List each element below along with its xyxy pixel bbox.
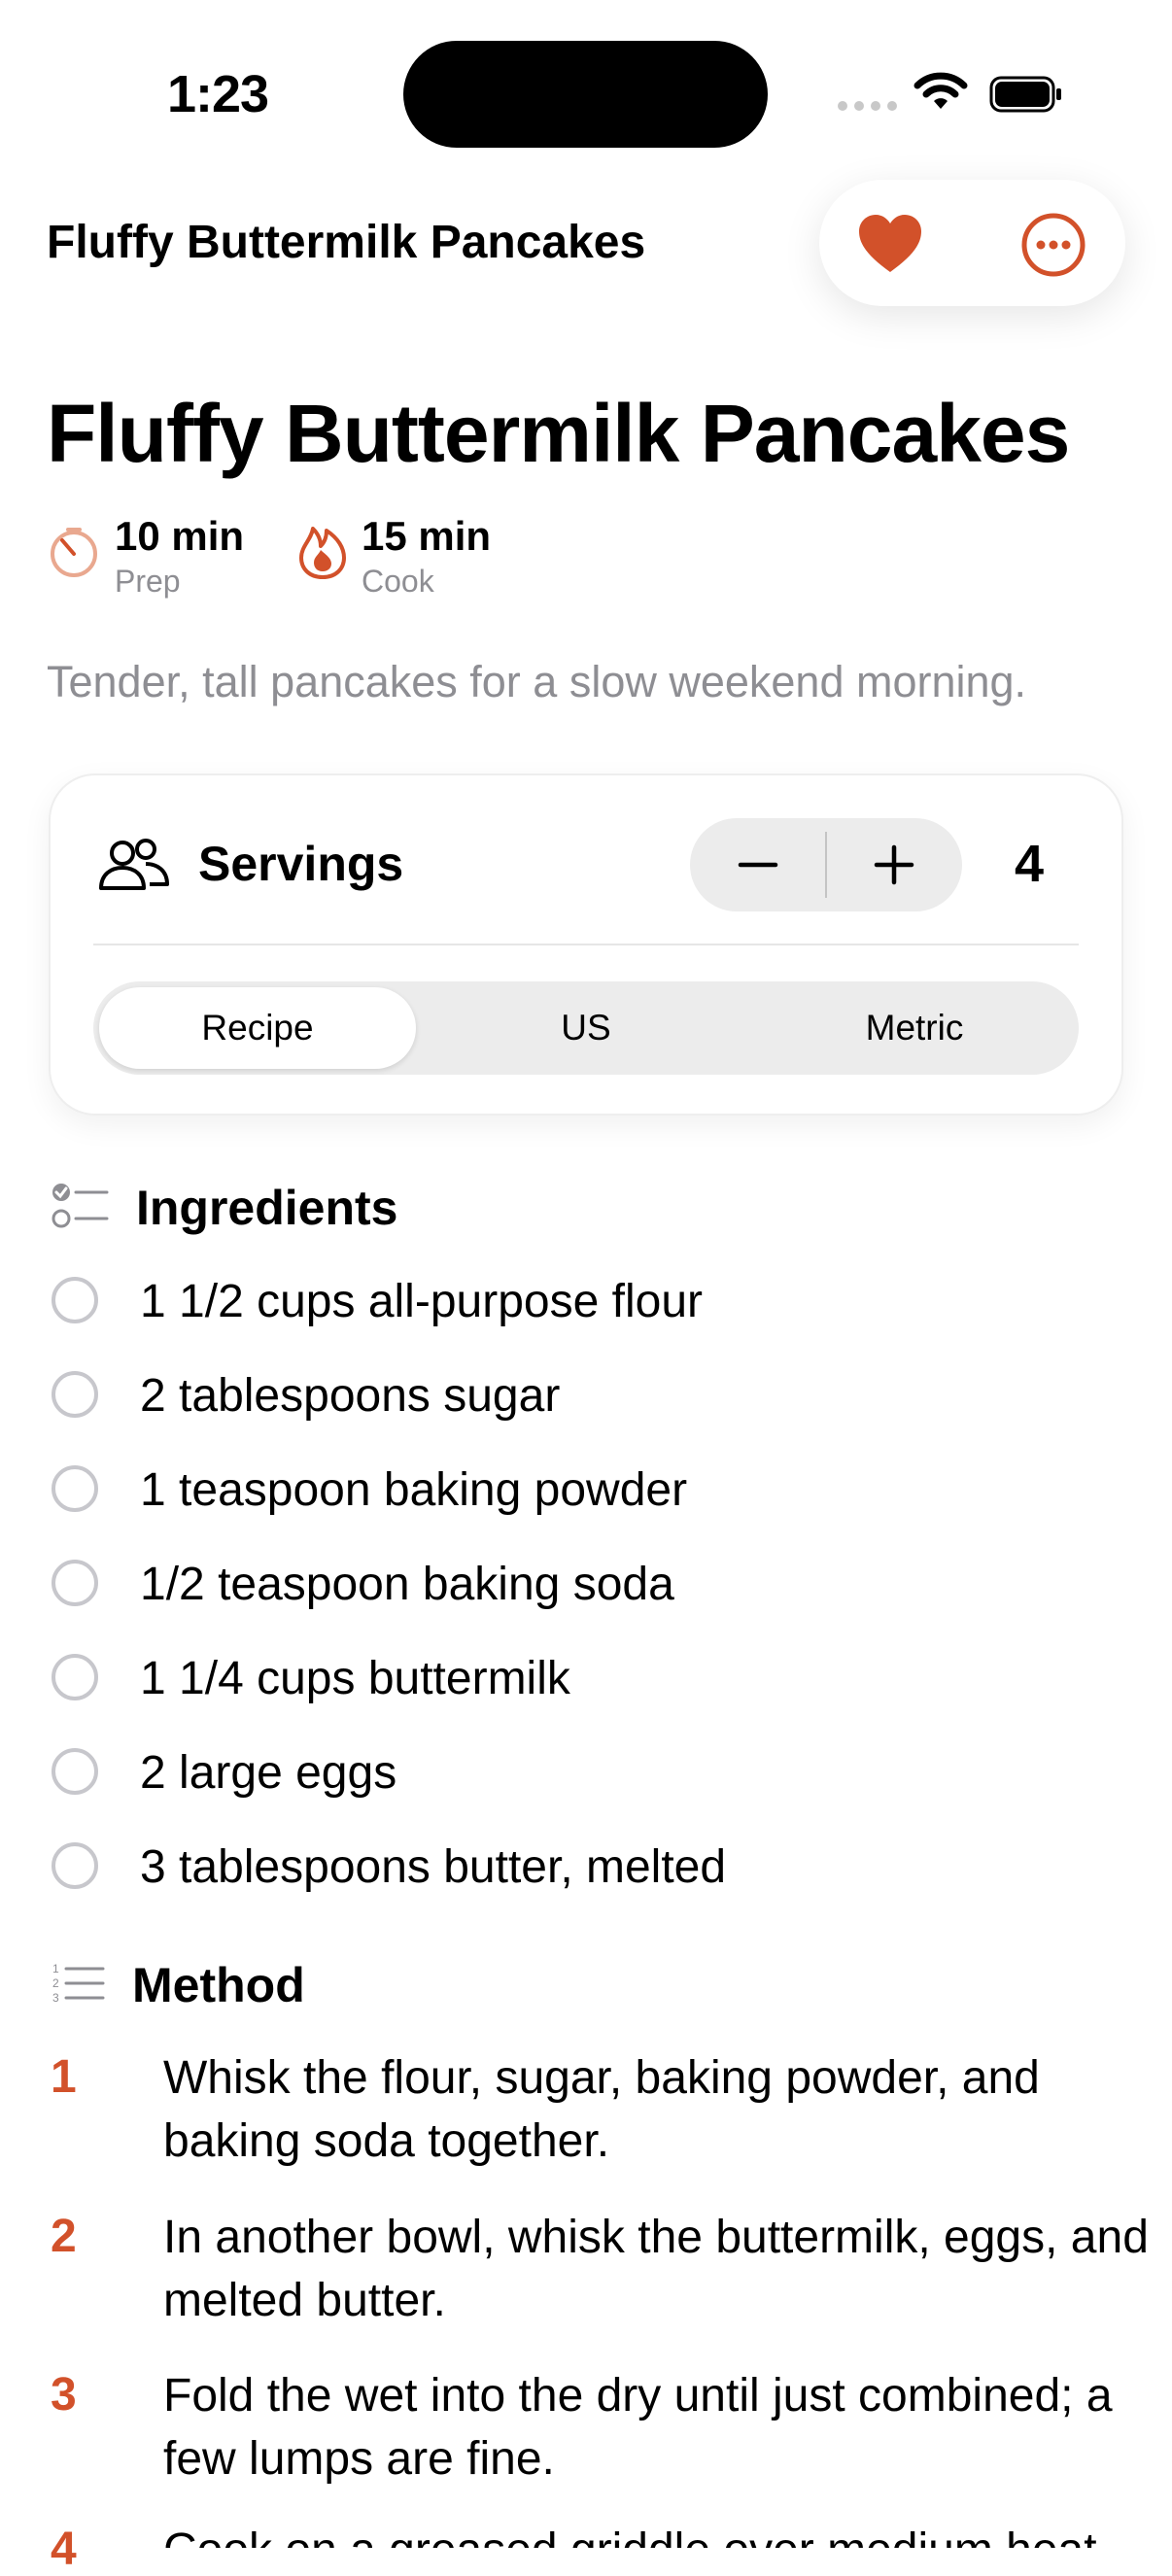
recipe-title: Fluffy Buttermilk Pancakes <box>47 388 1070 479</box>
ingredient-checkbox[interactable] <box>52 1560 98 1606</box>
ingredient-checkbox[interactable] <box>52 1748 98 1795</box>
unit-segmented-control: Recipe US Metric <box>93 981 1079 1075</box>
ingredient-checkbox[interactable] <box>52 1842 98 1889</box>
ingredient-item: 3 tablespoons butter, melted <box>140 1841 727 1893</box>
status-time: 1:23 <box>167 65 269 123</box>
method-title: Method <box>132 1958 305 2012</box>
step-text: Fold the wet into the dry until just com… <box>163 2370 1113 2485</box>
servings-stepper <box>690 818 962 911</box>
ingredients-title: Ingredients <box>136 1181 398 1235</box>
flame-icon <box>299 527 346 579</box>
unit-option-recipe[interactable]: Recipe <box>99 987 416 1069</box>
unit-option-us[interactable]: US <box>428 987 744 1069</box>
step-text: Cook on a greased griddle over medium he… <box>163 2519 1172 2548</box>
ingredient-item: 1 1/2 cups all-purpose flour <box>140 1276 703 1327</box>
ingredient-item: 1 teaspoon baking powder <box>140 1464 688 1516</box>
ingredient-item: 1/2 teaspoon baking soda <box>140 1559 674 1610</box>
ingredient-item: 2 tablespoons sugar <box>140 1370 561 1422</box>
numbered-list-icon: 1 2 3 <box>52 1962 105 2005</box>
ingredient-item: 1 1/4 cups buttermilk <box>140 1653 570 1704</box>
wifi-icon <box>913 72 968 109</box>
ingredient-checkbox[interactable] <box>52 1654 98 1700</box>
ingredient-item: 2 large eggs <box>140 1747 397 1799</box>
prep-time-label: Prep <box>115 564 181 599</box>
recipe-description: Tender, tall pancakes for a slow weekend… <box>47 657 1027 706</box>
ellipsis-circle-icon <box>1021 213 1086 277</box>
nav-title: Fluffy Buttermilk Pancakes <box>47 217 646 268</box>
step-text: In another bowl, whisk the buttermilk, e… <box>163 2212 1149 2326</box>
increment-button[interactable] <box>826 818 962 911</box>
plus-icon <box>874 844 914 885</box>
step-number: 2 <box>51 2211 77 2262</box>
step-number: 3 <box>51 2369 77 2421</box>
svg-text:1: 1 <box>52 1962 59 1975</box>
cook-time-label: Cook <box>362 564 434 599</box>
ingredient-checkbox[interactable] <box>52 1277 98 1323</box>
servings-count: 4 <box>1015 835 1045 893</box>
more-button[interactable] <box>1020 212 1086 278</box>
decrement-button[interactable] <box>690 818 826 911</box>
favorite-button[interactable] <box>855 212 925 276</box>
cellular-signal-icon <box>838 101 897 111</box>
step-number: 1 <box>51 2051 77 2103</box>
step-text: Whisk the flour, sugar, baking powder, a… <box>163 2052 1040 2167</box>
dynamic-island <box>403 41 768 148</box>
ingredient-checkbox[interactable] <box>52 1371 98 1418</box>
svg-text:3: 3 <box>52 1991 59 2005</box>
step-number: 4 <box>51 2524 77 2575</box>
minus-icon <box>738 862 778 868</box>
unit-option-metric[interactable]: Metric <box>756 987 1073 1069</box>
cook-time-value: 15 min <box>362 513 492 559</box>
prep-time-value: 10 min <box>115 513 245 559</box>
people-icon <box>99 839 169 890</box>
timer-icon <box>51 528 97 577</box>
card-divider <box>93 944 1079 945</box>
servings-label: Servings <box>198 837 404 891</box>
ingredient-checkbox[interactable] <box>52 1465 98 1512</box>
checklist-icon <box>52 1184 109 1228</box>
svg-text:2: 2 <box>52 1976 59 1990</box>
heart-icon <box>859 215 921 272</box>
battery-icon <box>989 76 1061 113</box>
